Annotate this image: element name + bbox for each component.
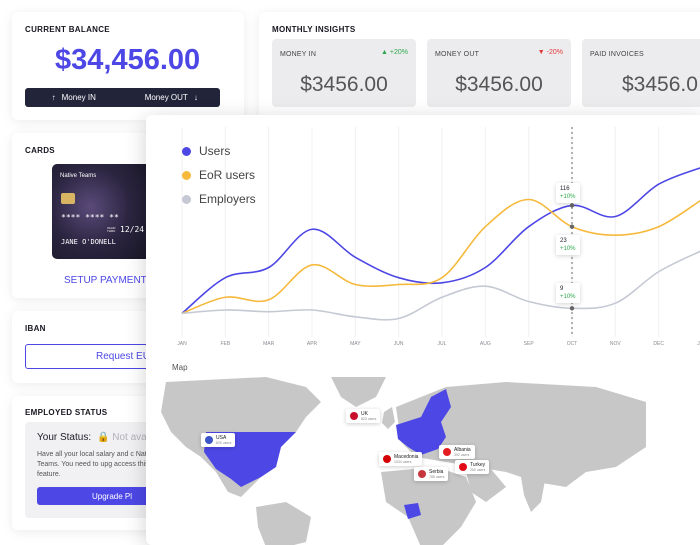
legend-users-label: Users [199,144,231,158]
x-tick-label: NOV [610,341,622,347]
status-label: Your Status: [37,432,92,443]
greenland-shape [331,377,386,407]
arrow-down-icon: ↓ [193,93,198,102]
money-in-card: MONEY IN ▲ +20% $3456.00 [272,39,416,107]
balance-label: CURRENT BALANCE [25,25,110,34]
legend-dot-employers [182,194,191,204]
macedonia-flag-icon [383,455,391,463]
paid-invoices-value: $3456.0 [622,73,698,96]
money-in-value: $3456.00 [300,73,388,96]
map-label: Map [172,363,188,372]
x-tick-label: SEP [524,341,535,347]
x-tick-label: FEB [220,341,230,347]
tooltip-eor: 23 +10% [556,235,580,255]
money-out-card: MONEY OUT ▼ -20% $3456.00 [427,39,571,107]
setup-payment-link[interactable]: SETUP PAYMENT [64,275,147,286]
legend-item-eor[interactable]: EoR users [182,163,256,187]
status-value: 🔒 Not avail [97,432,152,443]
card-brand: Native Teams [60,173,97,179]
x-tick-label: AUG [480,341,491,347]
uk-shape [382,407,395,429]
money-out-title: MONEY OUT [435,51,480,58]
map-tag-usa[interactable]: USA 820 users [201,433,236,447]
x-tick-label: JAN [177,341,187,347]
legend-eor-label: EoR users [199,168,256,182]
money-in-title: MONEY IN [280,51,317,58]
legend-dot-eor [182,170,191,180]
money-in-button[interactable]: ↑ Money IN [25,93,123,102]
uk-flag-icon [350,412,358,420]
world-map [161,377,646,545]
map-tag-turkey[interactable]: Turkey 250 users [455,460,490,474]
tooltip-users: 116 +10% [556,183,580,203]
insights-label: MONTHLY INSIGHTS [272,25,356,34]
balance-card: CURRENT BALANCE $34,456.00 ↑ Money IN Mon… [12,12,244,120]
money-out-change: ▼ -20% [537,49,563,56]
chip-icon [61,193,75,204]
analytics-panel: JANFEBMARAPRMAYJUNJULAUGSEPOCTNOVDECJAN … [146,115,700,545]
x-tick-label: MAY [350,341,361,347]
balance-amount: $34,456.00 [55,44,201,76]
cards-label: CARDS [25,146,55,155]
card-expiry: 12/24 [120,225,145,234]
x-tick-label: APR [307,341,318,347]
x-tick-label: MAR [263,341,275,347]
x-tick-label: DEC [653,341,664,347]
money-out-value: $3456.00 [455,73,543,96]
turkey-flag-icon [459,463,467,471]
series-line-users [181,167,700,315]
series-line-eor-users [181,198,700,315]
map-tag-albania[interactable]: Albania 392 users [439,445,475,459]
card-valid-prefix: VALID THRU [107,226,116,233]
map-tag-macedonia[interactable]: Macedonia 1034 users [379,452,423,466]
employed-label: EMPLOYED STATUS [25,408,108,417]
serbia-flag-icon [418,470,426,478]
legend-employers-label: Employers [199,192,256,206]
south-america-shape [256,502,311,545]
money-out-button[interactable]: Money OUT ↓ [123,93,221,102]
legend-item-employers[interactable]: Employers [182,187,256,211]
series-point [569,224,575,229]
map-tag-uk[interactable]: UK 823 users [346,409,381,423]
usa-flag-icon [205,436,213,444]
x-tick-label: OCT [567,341,578,347]
x-tick-label: JUL [438,341,447,347]
legend-item-users[interactable]: Users [182,139,256,163]
card-holder: JANE O'DONELL [61,238,116,246]
insights-card: MONTHLY INSIGHTS MONEY IN ▲ +20% $3456.0… [259,12,700,120]
money-toggle: ↑ Money IN Money OUT ↓ [25,88,220,107]
lock-icon: 🔒 [97,432,110,443]
albania-flag-icon [443,448,451,456]
card-number: **** **** ** [61,213,119,222]
series-point [569,203,575,208]
legend: Users EoR users Employers [182,139,256,211]
india-shape [521,475,546,512]
series-line-employers [181,250,700,321]
legend-dot-users [182,146,191,156]
map-tag-serbia[interactable]: Serbia 785 users [414,467,449,481]
paid-invoices-card: PAID INVOICES ▲ $3456.0 [582,39,700,107]
tooltip-employers: 9 +10% [556,283,580,303]
arrow-up-icon: ↑ [51,93,56,102]
money-out-label: Money OUT [144,93,188,102]
money-in-label: Money IN [61,93,96,102]
x-tick-label: JUN [394,341,404,347]
paid-invoices-title: PAID INVOICES [590,51,644,58]
iban-label: IBAN [25,324,46,333]
status-description: Have all your local salary and c Native … [37,451,156,478]
series-point [569,306,575,311]
money-in-change: ▲ +20% [381,49,408,56]
